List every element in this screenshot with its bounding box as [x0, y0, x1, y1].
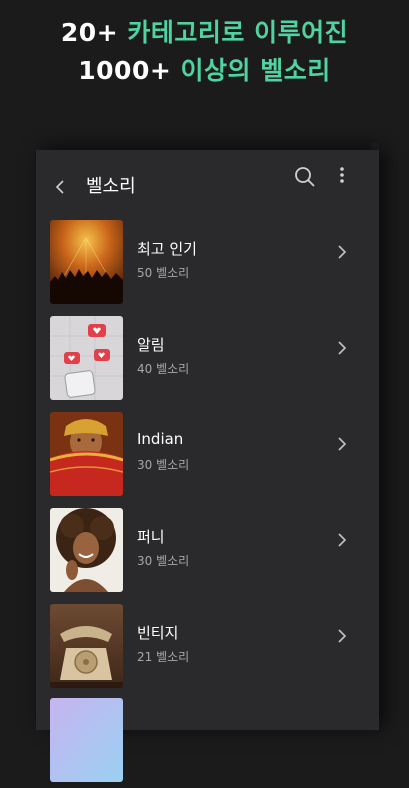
category-count: 40 벨소리: [137, 362, 190, 376]
page-title: 벨소리: [86, 176, 136, 197]
headline-line-2: 1000+ 이상의 벨소리: [78, 56, 331, 85]
gradient-thumbnail-image: [50, 698, 123, 782]
search-icon: [295, 167, 315, 187]
category-thumbnail: [50, 698, 123, 782]
category-thumbnail: [50, 412, 123, 496]
back-button[interactable]: [50, 174, 70, 200]
category-count: 30 벨소리: [137, 458, 190, 472]
category-name: Indian: [137, 430, 184, 448]
vintage-telephone-image: [50, 604, 123, 688]
category-thumbnail: [50, 508, 123, 592]
category-row[interactable]: 알림 40 벨소리: [36, 316, 379, 406]
promo-headline: 20+ 카테고리로 이루어진 1000+ 이상의 벨소리: [0, 14, 409, 90]
category-row[interactable]: 빈티지 21 벨소리: [36, 604, 379, 694]
category-row[interactable]: 퍼니 30 벨소리: [36, 508, 379, 598]
more-vertical-icon: [340, 167, 344, 183]
category-thumbnail: [50, 604, 123, 688]
concert-crowd-image: [50, 220, 123, 304]
search-button[interactable]: [292, 164, 318, 190]
category-thumbnail: [50, 220, 123, 304]
toolbar: 벨소리: [36, 150, 379, 220]
category-name: 퍼니: [137, 528, 165, 546]
chevron-right-icon: [338, 341, 347, 355]
phone-screen: 벨소리 최고 인기 50 벨소리 알림 40 벨소리 Indian 30 벨소리…: [36, 150, 379, 782]
category-count: 30 벨소리: [137, 554, 190, 568]
phone-notifications-image: [50, 316, 123, 400]
more-options-button[interactable]: [334, 164, 350, 190]
indian-woman-image: [50, 412, 123, 496]
chevron-right-icon: [338, 437, 347, 451]
category-count: 21 벨소리: [137, 650, 190, 664]
headline-line-1: 20+ 카테고리로 이루어진: [60, 18, 349, 47]
category-name: 최고 인기: [137, 240, 197, 258]
category-name: 알림: [137, 336, 165, 354]
chevron-right-icon: [338, 629, 347, 643]
category-row-partial[interactable]: [36, 698, 379, 788]
chevron-left-icon: [55, 180, 64, 194]
category-row[interactable]: 최고 인기 50 벨소리: [36, 220, 379, 310]
category-name: 빈티지: [137, 624, 179, 642]
category-thumbnail: [50, 316, 123, 400]
category-row[interactable]: Indian 30 벨소리: [36, 412, 379, 502]
chevron-right-icon: [338, 533, 347, 547]
laughing-woman-image: [50, 508, 123, 592]
chevron-right-icon: [338, 245, 347, 259]
category-count: 50 벨소리: [137, 266, 190, 280]
